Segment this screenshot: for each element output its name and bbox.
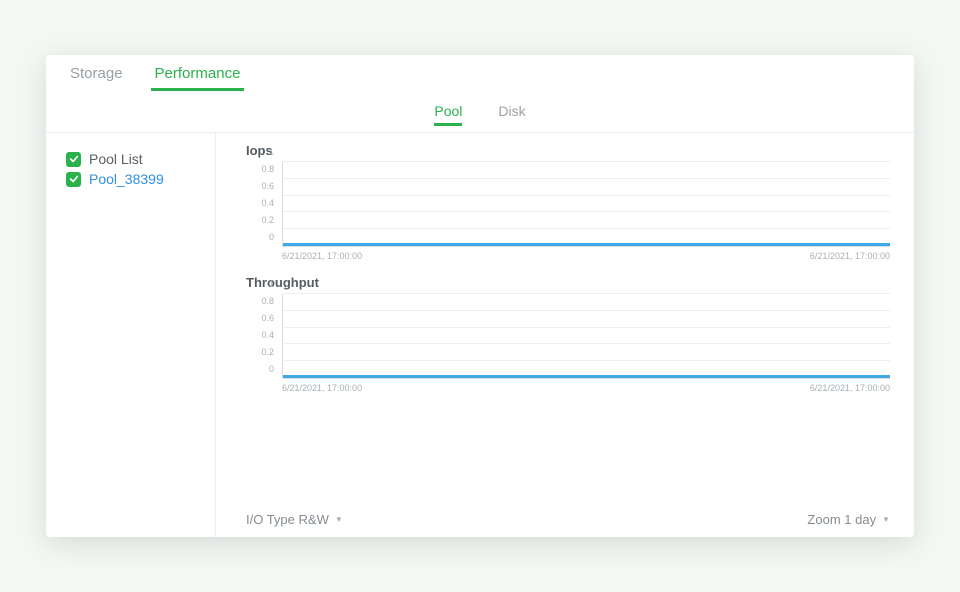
series-line: [283, 375, 890, 378]
subtab-disk[interactable]: Disk: [498, 103, 525, 126]
y-tick: 0.8: [261, 164, 274, 174]
chart-throughput: Throughput 0 0.2 0.4 0.6 0.8 1: [246, 275, 890, 393]
y-tick: 1: [269, 147, 274, 157]
y-tick: 0.4: [261, 330, 274, 340]
checkbox-checked-icon[interactable]: [66, 152, 81, 167]
panel-body: Pool List Pool_38399 Iops 0 0.2 0.4 0.6: [46, 132, 914, 537]
chart-plot-area: 0 0.2 0.4 0.6 0.8 1: [246, 162, 890, 261]
io-type-label: I/O Type R&W: [246, 512, 329, 527]
chart-title: Iops: [246, 143, 890, 158]
top-tabs: Storage Performance: [46, 55, 914, 91]
plot: [282, 294, 890, 379]
x-axis: 6/21/2021, 17:00:00 6/21/2021, 17:00:00: [282, 251, 890, 261]
tab-storage[interactable]: Storage: [66, 65, 127, 91]
performance-panel: Storage Performance Pool Disk Pool List …: [46, 55, 914, 537]
sidebar: Pool List Pool_38399: [46, 133, 216, 537]
x-axis: 6/21/2021, 17:00:00 6/21/2021, 17:00:00: [282, 383, 890, 393]
chart-controls: I/O Type R&W ▼ Zoom 1 day ▼: [246, 504, 890, 531]
zoom-dropdown[interactable]: Zoom 1 day ▼: [807, 512, 890, 527]
y-tick: 0.2: [261, 215, 274, 225]
y-axis: 0 0.2 0.4 0.6 0.8 1: [246, 294, 278, 379]
io-type-dropdown[interactable]: I/O Type R&W ▼: [246, 512, 343, 527]
y-tick: 0.4: [261, 198, 274, 208]
y-tick: 0: [269, 232, 274, 242]
sidebar-item-label: Pool List: [89, 151, 143, 167]
caret-down-icon: ▼: [335, 515, 343, 524]
x-tick-start: 6/21/2021, 17:00:00: [282, 251, 362, 261]
main-content: Iops 0 0.2 0.4 0.6 0.8 1: [216, 133, 914, 537]
x-tick-start: 6/21/2021, 17:00:00: [282, 383, 362, 393]
zoom-label: Zoom 1 day: [807, 512, 876, 527]
chart-title: Throughput: [246, 275, 890, 290]
y-axis: 0 0.2 0.4 0.6 0.8 1: [246, 162, 278, 247]
chart-iops: Iops 0 0.2 0.4 0.6 0.8 1: [246, 143, 890, 261]
sub-tabs: Pool Disk: [46, 91, 914, 132]
sidebar-item-pool-list[interactable]: Pool List: [66, 149, 207, 169]
sidebar-item-pool-38399[interactable]: Pool_38399: [66, 169, 207, 189]
y-tick: 0.6: [261, 181, 274, 191]
y-tick: 1: [269, 279, 274, 289]
y-tick: 0: [269, 364, 274, 374]
subtab-pool[interactable]: Pool: [434, 103, 462, 126]
y-tick: 0.8: [261, 296, 274, 306]
y-tick: 0.2: [261, 347, 274, 357]
series-line: [283, 243, 890, 246]
plot: [282, 162, 890, 247]
tab-performance[interactable]: Performance: [151, 65, 245, 91]
chart-plot-area: 0 0.2 0.4 0.6 0.8 1: [246, 294, 890, 393]
x-tick-end: 6/21/2021, 17:00:00: [810, 251, 890, 261]
x-tick-end: 6/21/2021, 17:00:00: [810, 383, 890, 393]
caret-down-icon: ▼: [882, 515, 890, 524]
sidebar-item-label: Pool_38399: [89, 171, 164, 187]
checkbox-checked-icon[interactable]: [66, 172, 81, 187]
y-tick: 0.6: [261, 313, 274, 323]
